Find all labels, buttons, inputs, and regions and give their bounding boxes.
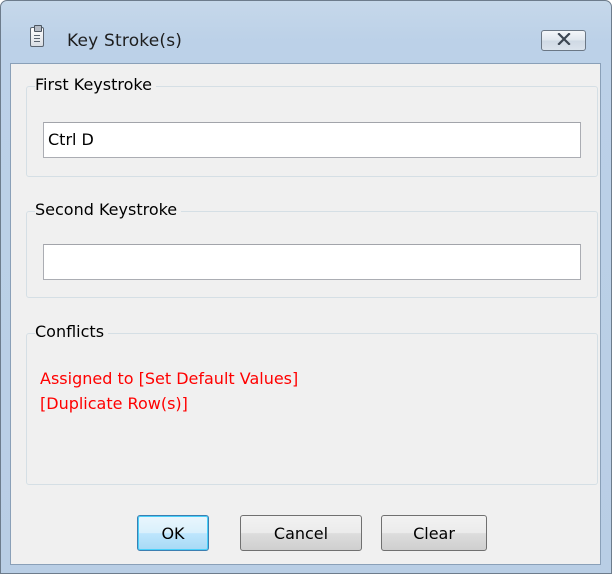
conflicts-label: Conflicts <box>35 322 109 342</box>
close-button[interactable] <box>541 30 586 51</box>
ok-button[interactable]: OK <box>137 515 209 551</box>
dialog-title: Key Stroke(s) <box>67 31 183 51</box>
conflict-assignment-line: Assigned to [Set Default Values] <box>40 369 299 388</box>
second-keystroke-group: Second Keystroke <box>26 200 598 298</box>
second-keystroke-input[interactable] <box>43 244 581 280</box>
first-keystroke-group: First Keystroke Ctrl D <box>26 75 598 177</box>
title-bar[interactable]: Key Stroke(s) <box>1 1 611 53</box>
close-icon <box>556 31 571 49</box>
conflicts-group: Conflicts Assigned to [Set Default Value… <box>26 322 598 485</box>
second-keystroke-label: Second Keystroke <box>35 200 182 220</box>
first-keystroke-label: First Keystroke <box>35 75 156 95</box>
conflict-command-line: [Duplicate Row(s)] <box>40 394 188 413</box>
clear-button[interactable]: Clear <box>381 515 487 551</box>
first-keystroke-input[interactable]: Ctrl D <box>43 122 581 158</box>
cancel-button[interactable]: Cancel <box>240 515 362 551</box>
clipboard-icon <box>30 25 44 47</box>
